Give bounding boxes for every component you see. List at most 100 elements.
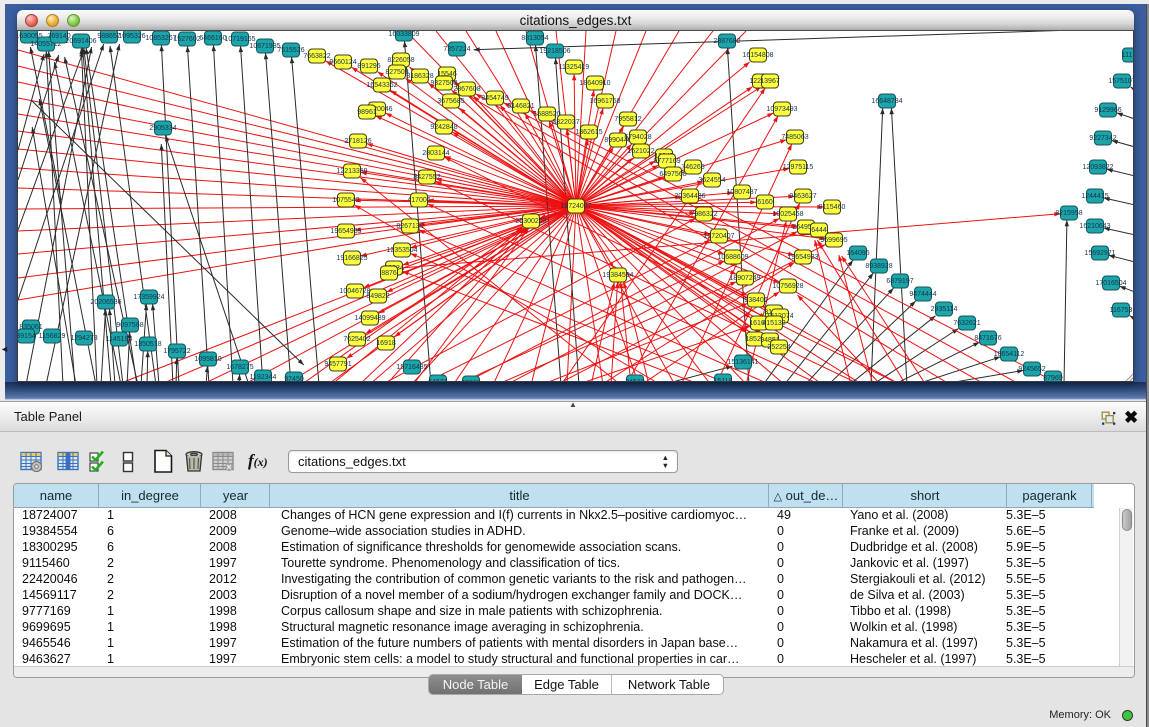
svg-text:8186328: 8186328 bbox=[406, 73, 433, 80]
svg-text:9242848: 9242848 bbox=[430, 124, 457, 131]
svg-text:19654985: 19654985 bbox=[330, 228, 361, 235]
svg-text:19654923: 19654923 bbox=[787, 254, 818, 261]
svg-text:2935114: 2935114 bbox=[931, 306, 958, 313]
svg-text:7515526: 7515526 bbox=[277, 47, 304, 54]
svg-text:1350518: 1350518 bbox=[134, 341, 161, 348]
svg-text:1156829: 1156829 bbox=[39, 333, 66, 340]
svg-text:10025458: 10025458 bbox=[772, 211, 803, 218]
svg-text:98812: 98812 bbox=[461, 380, 481, 382]
svg-text:97450: 97450 bbox=[284, 376, 304, 382]
svg-text:16210643: 16210643 bbox=[1079, 223, 1110, 230]
svg-text:25300203: 25300203 bbox=[515, 218, 546, 225]
svg-text:19166825: 19166825 bbox=[336, 255, 367, 262]
svg-text:116753: 116753 bbox=[1110, 307, 1133, 314]
svg-text:20691406: 20691406 bbox=[65, 38, 96, 45]
svg-text:1095810: 1095810 bbox=[194, 356, 221, 363]
svg-text:18907249: 18907249 bbox=[729, 275, 760, 282]
svg-text:8471676: 8471676 bbox=[974, 335, 1001, 342]
svg-text:1621022: 1621022 bbox=[627, 148, 654, 155]
svg-text:7986322: 7986322 bbox=[690, 211, 717, 218]
svg-text:20364436: 20364436 bbox=[674, 193, 705, 200]
svg-text:16154808: 16154808 bbox=[742, 52, 773, 59]
svg-text:17359924: 17359924 bbox=[133, 294, 164, 301]
svg-text:16648784: 16648784 bbox=[871, 98, 902, 105]
svg-text:10807487: 10807487 bbox=[726, 189, 757, 196]
svg-text:7663822: 7663822 bbox=[303, 53, 330, 60]
svg-text:1294273: 1294273 bbox=[70, 335, 97, 342]
svg-text:10719155: 10719155 bbox=[224, 36, 255, 43]
svg-text:19218506: 19218506 bbox=[539, 48, 570, 55]
svg-text:64621: 64621 bbox=[428, 379, 448, 382]
svg-text:1795722: 1795722 bbox=[163, 348, 190, 355]
svg-text:9097568: 9097568 bbox=[116, 322, 143, 329]
svg-text:8226058: 8226058 bbox=[387, 57, 414, 64]
svg-text:10671935: 10671935 bbox=[249, 43, 280, 50]
svg-text:3675685: 3675685 bbox=[437, 98, 464, 105]
svg-text:15716485: 15716485 bbox=[396, 364, 427, 371]
svg-text:746266: 746266 bbox=[681, 164, 704, 171]
svg-text:87969: 87969 bbox=[1043, 375, 1063, 382]
svg-text:9129966: 9129966 bbox=[1094, 107, 1121, 114]
svg-text:12353504: 12353504 bbox=[386, 247, 417, 254]
svg-text:9463627: 9463627 bbox=[789, 193, 816, 200]
svg-text:9660124: 9660124 bbox=[329, 59, 356, 66]
svg-text:1192344: 1192344 bbox=[250, 374, 277, 381]
svg-text:252254: 252254 bbox=[767, 344, 790, 351]
svg-text:7485063: 7485063 bbox=[781, 134, 808, 141]
svg-text:10853267: 10853267 bbox=[145, 35, 176, 42]
svg-text:8813054: 8813054 bbox=[521, 35, 548, 42]
svg-text:9227342: 9227342 bbox=[1089, 135, 1116, 142]
svg-text:8427552: 8427552 bbox=[413, 174, 440, 181]
svg-text:98961: 98961 bbox=[357, 109, 377, 116]
svg-text:8454749: 8454749 bbox=[481, 95, 508, 102]
svg-text:891295: 891295 bbox=[357, 63, 380, 70]
svg-text:18724007: 18724007 bbox=[560, 203, 591, 210]
svg-text:3624554: 3624554 bbox=[698, 177, 725, 184]
svg-text:8938928: 8938928 bbox=[865, 263, 892, 270]
svg-text:1145194: 1145194 bbox=[106, 336, 133, 343]
svg-text:7357224: 7357224 bbox=[443, 46, 470, 53]
svg-text:2803144: 2803144 bbox=[422, 150, 449, 157]
svg-text:19384554: 19384554 bbox=[602, 272, 633, 279]
svg-text:15692971: 15692971 bbox=[1084, 250, 1115, 257]
svg-text:9457791: 9457791 bbox=[324, 361, 351, 368]
svg-text:9777169: 9777169 bbox=[653, 158, 680, 165]
svg-text:7955812: 7955812 bbox=[614, 116, 641, 123]
svg-text:12975115: 12975115 bbox=[783, 164, 814, 171]
svg-text:8215958: 8215958 bbox=[1055, 210, 1082, 217]
svg-text:6160: 6160 bbox=[757, 199, 773, 206]
svg-text:6444: 6444 bbox=[811, 227, 827, 234]
svg-text:8876: 8876 bbox=[381, 270, 397, 277]
svg-text:11174: 11174 bbox=[1122, 52, 1134, 59]
svg-text:15118: 15118 bbox=[714, 378, 733, 382]
svg-text:9146821: 9146821 bbox=[507, 103, 534, 110]
svg-text:1588520: 1588520 bbox=[533, 111, 560, 118]
svg-text:1362615: 1362615 bbox=[575, 129, 602, 136]
svg-text:1095326: 1095326 bbox=[118, 33, 145, 40]
svg-text:6466160: 6466160 bbox=[199, 35, 226, 42]
svg-text:9474444: 9474444 bbox=[909, 291, 936, 298]
svg-text:2905334: 2905334 bbox=[149, 125, 176, 132]
svg-text:12093822: 12093822 bbox=[1082, 164, 1113, 171]
svg-text:988657: 988657 bbox=[97, 33, 120, 40]
svg-text:17016504: 17016504 bbox=[1095, 280, 1126, 287]
svg-text:13967: 13967 bbox=[760, 78, 780, 85]
svg-text:8267130: 8267130 bbox=[396, 223, 423, 230]
svg-text:16033809: 16033809 bbox=[388, 31, 419, 38]
svg-text:938406: 938406 bbox=[744, 297, 767, 304]
svg-text:20206536: 20206536 bbox=[90, 299, 121, 306]
svg-text:7632621: 7632621 bbox=[953, 320, 980, 327]
svg-text:10973493: 10973493 bbox=[766, 106, 797, 113]
svg-text:2867608: 2867608 bbox=[453, 86, 480, 93]
svg-text:2887682: 2887682 bbox=[713, 38, 740, 45]
svg-text:15720407: 15720407 bbox=[703, 233, 734, 240]
svg-text:7625402: 7625402 bbox=[343, 336, 370, 343]
svg-text:12213369: 12213369 bbox=[336, 168, 367, 175]
svg-text:849822: 849822 bbox=[366, 293, 389, 300]
svg-text:2718126: 2718126 bbox=[344, 138, 371, 145]
svg-text:14099489: 14099489 bbox=[354, 315, 385, 322]
svg-text:1678275: 1678275 bbox=[226, 364, 253, 371]
svg-text:415132: 415132 bbox=[762, 320, 785, 327]
svg-text:6879197: 6879197 bbox=[886, 278, 913, 285]
svg-text:10756928: 10756928 bbox=[772, 283, 803, 290]
